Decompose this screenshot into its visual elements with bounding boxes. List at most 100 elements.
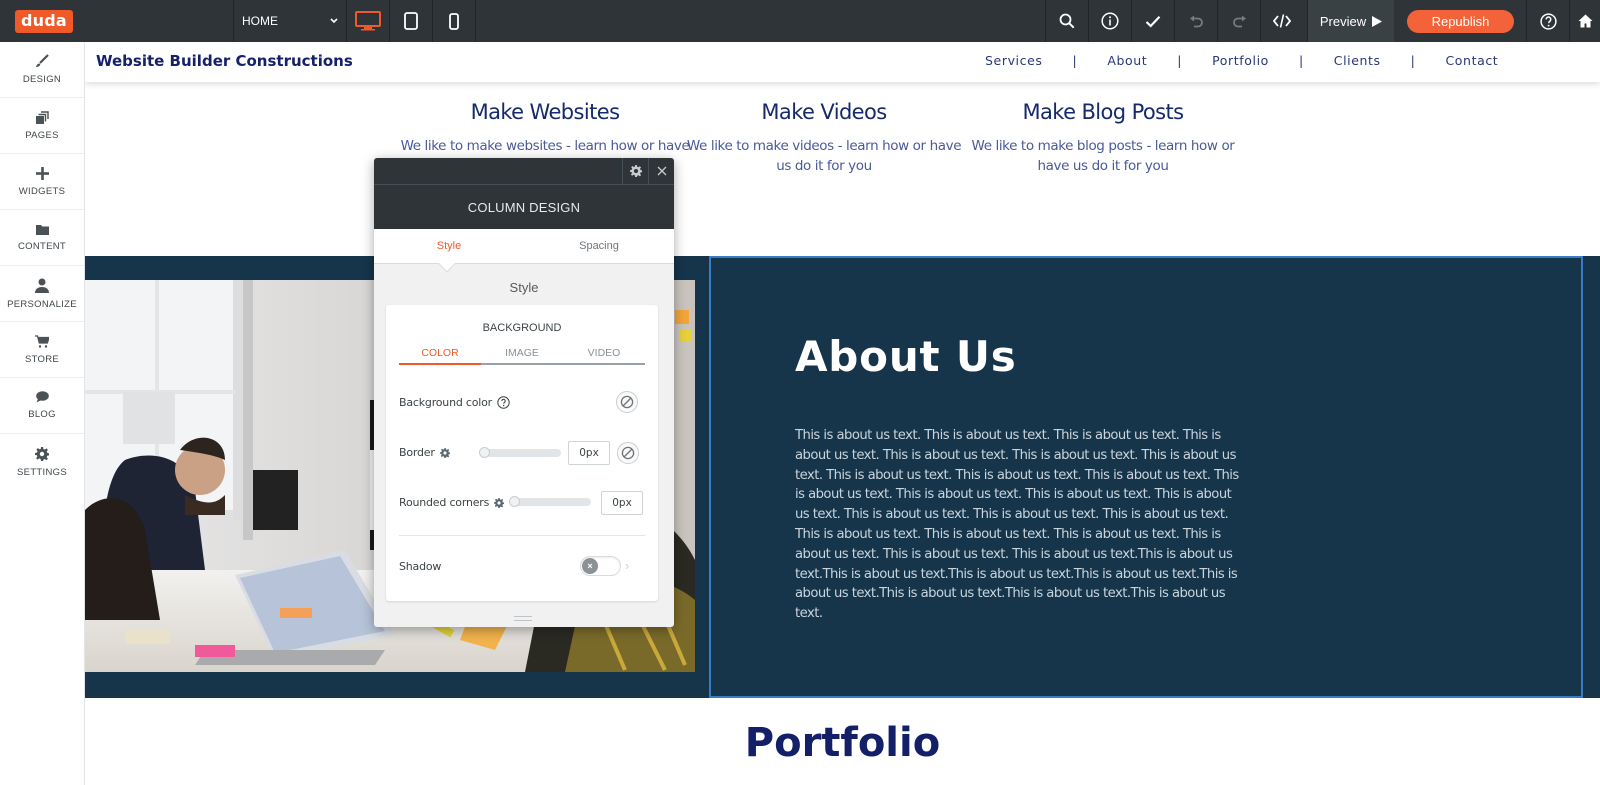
- info-button[interactable]: [1088, 0, 1131, 42]
- tablet-icon: [404, 12, 418, 30]
- sidebar-item-content[interactable]: CONTENT: [0, 210, 84, 266]
- gear-icon: [35, 446, 49, 461]
- sidebar-item-settings[interactable]: SETTINGS: [0, 434, 84, 490]
- nav-link-portfolio[interactable]: Portfolio: [1212, 53, 1269, 68]
- no-color-icon: [621, 446, 635, 460]
- plus-icon: [35, 166, 49, 180]
- slider-knob[interactable]: [509, 496, 520, 507]
- device-mobile-button[interactable]: [433, 0, 476, 42]
- shadow-toggle[interactable]: ×: [580, 556, 621, 576]
- background-card: BACKGROUND COLOR IMAGE VIDEO Background …: [386, 305, 658, 601]
- user-icon: [35, 278, 49, 293]
- device-desktop-button[interactable]: [347, 0, 390, 42]
- page-selector-value: HOME: [242, 14, 278, 28]
- portfolio-section: Portfolio: [85, 698, 1600, 785]
- rounded-corners-label: Rounded corners: [399, 496, 490, 509]
- service-title: Make Blog Posts: [1022, 100, 1185, 124]
- help-button[interactable]: [1526, 0, 1569, 42]
- check-icon: [1145, 15, 1161, 28]
- gear-icon: [629, 165, 642, 177]
- toggle-off-icon: ×: [582, 558, 598, 574]
- info-icon: [1101, 12, 1119, 30]
- nav-link-services[interactable]: Services: [985, 53, 1043, 68]
- section-label: Style: [509, 280, 539, 295]
- tab-spacing[interactable]: Spacing: [524, 229, 674, 263]
- rounded-corners-slider[interactable]: [509, 496, 591, 507]
- panel-tabs: Style Spacing: [374, 229, 674, 273]
- panel-resize-handle[interactable]: [514, 616, 532, 621]
- folder-icon: [35, 224, 49, 235]
- chat-icon: [35, 391, 49, 403]
- service-item[interactable]: Make Videos We like to make videos - lea…: [679, 82, 969, 176]
- site-header: Website Builder Constructions Services |…: [85, 42, 1600, 82]
- redo-button[interactable]: [1217, 0, 1260, 42]
- panel-drag-bar[interactable]: [374, 158, 674, 185]
- border-color-picker[interactable]: [617, 442, 639, 464]
- help-icon: [1539, 12, 1557, 30]
- code-button[interactable]: [1260, 0, 1303, 42]
- sidebar-label: PERSONALIZE: [7, 298, 77, 310]
- duda-logo[interactable]: duda: [15, 10, 73, 33]
- left-sidebar: DESIGN PAGES WIDGETS CONTENT PERSONALIZE…: [0, 42, 85, 785]
- gear-icon[interactable]: [439, 447, 450, 458]
- brush-icon: [36, 54, 49, 67]
- no-color-icon: [620, 395, 634, 409]
- service-item[interactable]: Make Blog Posts We like to make blog pos…: [958, 82, 1248, 176]
- search-button[interactable]: [1045, 0, 1088, 42]
- background-tabs: COLOR IMAGE VIDEO: [399, 347, 645, 365]
- panel-close-button[interactable]: [648, 158, 674, 184]
- border-row: Border: [399, 446, 450, 459]
- nav-link-clients[interactable]: Clients: [1334, 53, 1381, 68]
- home-button[interactable]: [1569, 0, 1600, 42]
- chevron-right-icon[interactable]: ›: [625, 558, 629, 573]
- about-text: This is about us text. This is about us …: [795, 428, 1239, 622]
- background-color-label: Background color: [399, 396, 493, 409]
- border-width-input[interactable]: 0px: [568, 441, 610, 465]
- cart-icon: [35, 334, 49, 348]
- gear-icon[interactable]: [494, 497, 505, 508]
- sidebar-item-design[interactable]: DESIGN: [0, 42, 84, 98]
- undo-icon: [1189, 15, 1203, 27]
- tab-color[interactable]: COLOR: [399, 347, 481, 365]
- help-icon[interactable]: [497, 396, 510, 409]
- nav-separator: |: [1177, 53, 1183, 68]
- rounded-corners-input[interactable]: 0px: [601, 491, 643, 515]
- background-color-picker[interactable]: [616, 391, 638, 413]
- sidebar-label: SETTINGS: [17, 466, 67, 478]
- sidebar-item-pages[interactable]: PAGES: [0, 98, 84, 154]
- redo-icon: [1232, 15, 1246, 27]
- tab-video[interactable]: VIDEO: [563, 347, 645, 363]
- service-title: Make Websites: [470, 100, 620, 124]
- sidebar-item-widgets[interactable]: WIDGETS: [0, 154, 84, 210]
- device-tablet-button[interactable]: [390, 0, 433, 42]
- about-column-selected[interactable]: About Us This is about us text. This is …: [709, 256, 1583, 698]
- preview-button[interactable]: Preview: [1307, 0, 1394, 42]
- play-icon: [1372, 15, 1383, 27]
- check-button[interactable]: [1131, 0, 1174, 42]
- card-divider: [399, 535, 645, 536]
- tab-image[interactable]: IMAGE: [481, 347, 563, 363]
- slider-knob[interactable]: [479, 447, 490, 458]
- republish-button[interactable]: Republish: [1407, 10, 1514, 33]
- background-color-row: Background color: [399, 396, 510, 409]
- sidebar-item-blog[interactable]: BLOG: [0, 378, 84, 434]
- panel-title: COLUMN DESIGN: [374, 185, 674, 229]
- border-slider[interactable]: [479, 447, 561, 458]
- preview-label: Preview: [1319, 13, 1367, 29]
- sidebar-item-personalize[interactable]: PERSONALIZE: [0, 266, 84, 322]
- nav-separator: |: [1298, 53, 1304, 68]
- shadow-row: Shadow: [399, 560, 441, 573]
- nav-separator: |: [1072, 53, 1078, 68]
- nav-link-contact[interactable]: Contact: [1445, 53, 1498, 68]
- desktop-icon: [355, 11, 381, 31]
- pages-icon: [35, 110, 49, 124]
- home-icon: [1578, 14, 1592, 28]
- panel-settings-button[interactable]: [622, 158, 648, 184]
- undo-button[interactable]: [1174, 0, 1217, 42]
- sidebar-item-store[interactable]: STORE: [0, 322, 84, 378]
- code-icon: [1273, 14, 1291, 28]
- site-title[interactable]: Website Builder Constructions: [96, 52, 353, 70]
- search-icon: [1059, 13, 1075, 29]
- nav-link-about[interactable]: About: [1107, 53, 1147, 68]
- page-selector[interactable]: HOME: [233, 0, 347, 42]
